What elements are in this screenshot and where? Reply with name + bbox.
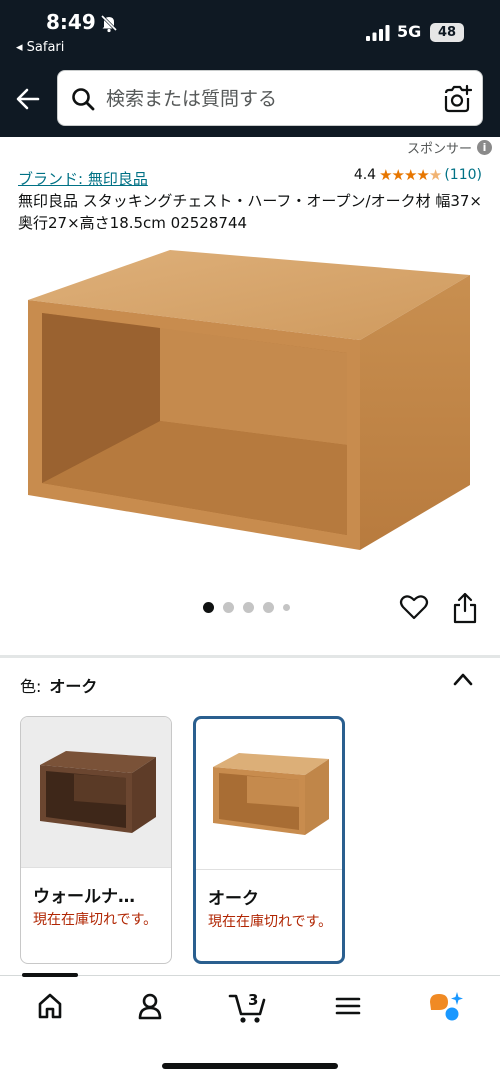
variant-option-walnut[interactable]: ウォールナ… 現在在庫切れです。 xyxy=(20,716,172,964)
back-arrow-icon[interactable] xyxy=(14,85,42,113)
heart-icon[interactable] xyxy=(399,593,429,621)
review-count[interactable]: (110) xyxy=(444,167,482,183)
active-tab-indicator xyxy=(22,973,78,977)
cart-icon: 3 xyxy=(228,991,266,1023)
carousel-dot[interactable] xyxy=(243,602,254,613)
search-icon xyxy=(72,88,95,111)
signal-icon xyxy=(366,25,390,41)
tab-menu[interactable] xyxy=(328,988,368,1024)
carousel-dot[interactable] xyxy=(203,602,214,613)
variant-image xyxy=(21,717,171,867)
bell-off-icon xyxy=(100,14,118,33)
tab-cart[interactable]: 3 xyxy=(228,988,268,1024)
carousel-dot[interactable] xyxy=(263,602,274,613)
menu-icon xyxy=(335,997,361,1015)
variant-separator xyxy=(196,869,342,870)
selected-color: オーク xyxy=(49,677,98,696)
variant-stock-status: 現在在庫切れです。 xyxy=(208,914,333,930)
search-input[interactable] xyxy=(106,85,426,113)
search-header xyxy=(0,62,500,137)
brand-link[interactable]: ブランド: 無印良品 xyxy=(18,168,148,189)
color-selector-label: 色: オーク xyxy=(20,673,97,697)
star-rating-icon: ★★★★★ xyxy=(379,166,442,184)
oak-chest-image xyxy=(213,753,329,835)
sponsored-label[interactable]: スポンサー i xyxy=(407,138,492,157)
battery-indicator: 48 xyxy=(430,23,464,42)
back-to-safari-link[interactable]: ◂ Safari xyxy=(16,40,64,55)
rating-value: 4.4 xyxy=(353,167,377,183)
home-icon xyxy=(38,993,62,1019)
variant-name: ウォールナ… xyxy=(33,887,135,907)
variant-separator xyxy=(21,867,171,868)
sponsored-text: スポンサー xyxy=(406,142,472,157)
home-indicator xyxy=(162,1063,338,1069)
product-title[interactable]: 無印良品 スタッキングチェスト・ハーフ・オープン/オーク材 幅37×奥行27×高… xyxy=(18,190,488,234)
variant-name: オーク xyxy=(208,889,259,909)
status-time: 8:49 xyxy=(46,10,96,34)
variant-image xyxy=(196,719,342,869)
walnut-chest-image xyxy=(40,751,156,833)
tab-home[interactable] xyxy=(30,988,70,1024)
search-box[interactable] xyxy=(57,70,483,126)
chevron-up-icon[interactable] xyxy=(452,670,474,688)
cart-count: 3 xyxy=(248,991,258,1009)
carousel-dot[interactable] xyxy=(283,604,290,611)
tab-alexa[interactable] xyxy=(426,988,466,1024)
camera-search-icon[interactable] xyxy=(442,84,472,114)
variant-stock-status: 現在在庫切れです。 xyxy=(33,912,158,928)
section-divider xyxy=(0,655,500,658)
variant-option-oak[interactable]: オーク 現在在庫切れです。 xyxy=(193,716,345,964)
person-icon xyxy=(138,993,162,1020)
image-carousel-dots[interactable] xyxy=(203,602,290,613)
status-bar: 8:49 ◂ Safari 5G 48 xyxy=(0,0,500,62)
rating-summary[interactable]: 4.4 ★★★★★ (110) xyxy=(354,166,482,184)
tab-account[interactable] xyxy=(130,988,170,1024)
product-image[interactable] xyxy=(20,245,480,555)
carousel-dot[interactable] xyxy=(223,602,234,613)
color-label-text: 色: xyxy=(20,677,42,696)
info-icon[interactable]: i xyxy=(477,140,492,155)
network-type: 5G xyxy=(397,22,422,41)
alexa-assistant-icon xyxy=(430,992,463,1021)
share-icon[interactable] xyxy=(452,592,478,624)
